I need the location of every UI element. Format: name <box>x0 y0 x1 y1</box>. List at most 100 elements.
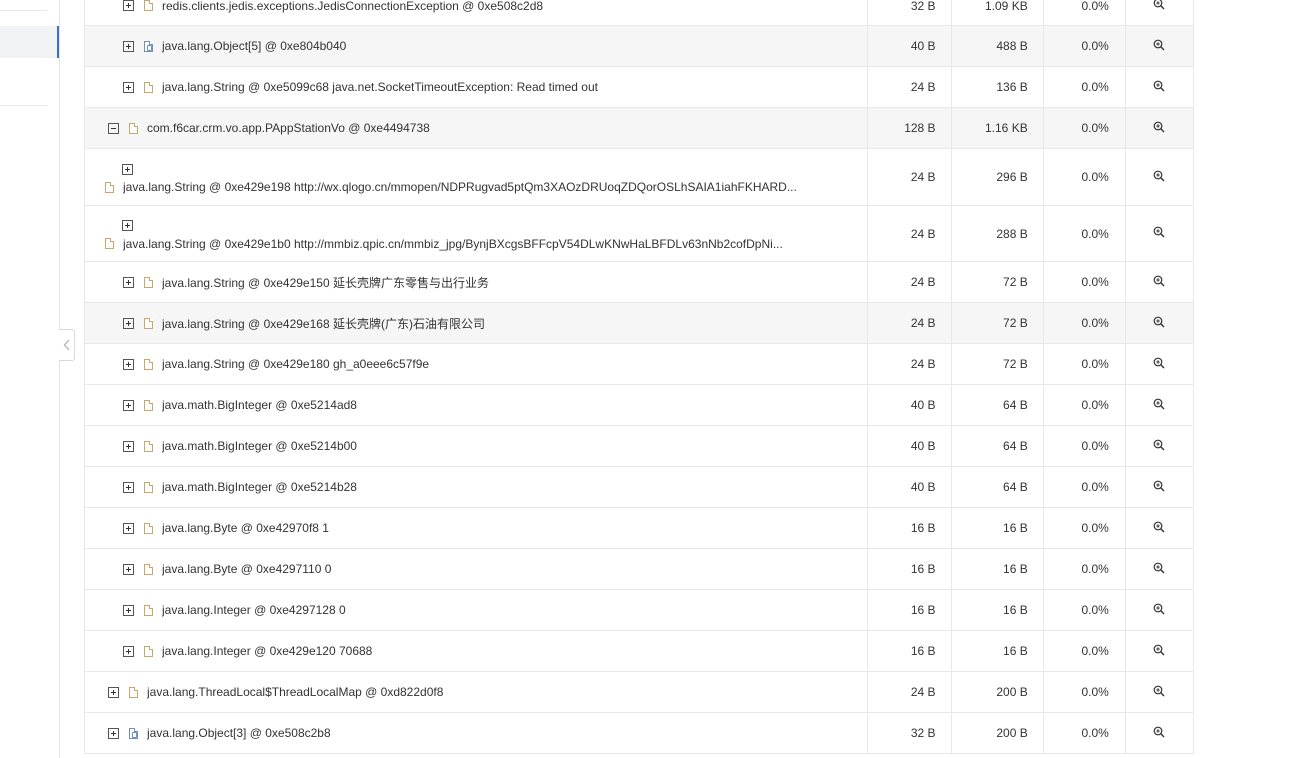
expand-icon[interactable] <box>123 481 134 493</box>
expand-icon[interactable] <box>123 522 134 534</box>
zoom-in-icon[interactable] <box>1153 726 1165 741</box>
expand-icon[interactable] <box>123 81 134 93</box>
expand-icon[interactable] <box>123 317 134 329</box>
expand-icon[interactable] <box>108 727 119 739</box>
shallow-heap-cell: 24 B <box>867 148 952 206</box>
zoom-in-icon[interactable] <box>1153 685 1165 700</box>
expand-icon[interactable] <box>123 604 134 616</box>
action-cell <box>1124 384 1195 426</box>
table-row[interactable]: java.lang.Object[3] @ 0xe508c2b8 32 B 200 … <box>83 712 1195 754</box>
sidebar-divider <box>0 10 47 11</box>
table-row[interactable]: java.lang.String @ 0xe429e1b0 http://mmb… <box>83 205 1195 262</box>
table-row[interactable]: java.math.BigInteger @ 0xe5214b28 40 B 64 … <box>83 466 1195 508</box>
name-cell: com.f6car.crm.vo.app.PAppStationVo @ 0xe… <box>83 107 869 149</box>
file-icon <box>144 81 153 93</box>
zoom-in-icon[interactable] <box>1153 603 1165 618</box>
zoom-in-icon[interactable] <box>1153 0 1165 13</box>
zoom-in-icon[interactable] <box>1153 480 1165 495</box>
shallow-heap-cell: 24 B <box>867 66 952 108</box>
zoom-in-icon[interactable] <box>1153 121 1165 136</box>
file-icon <box>105 181 114 193</box>
action-cell <box>1124 205 1195 262</box>
file-icon <box>144 399 153 411</box>
collapse-sidebar-button[interactable] <box>59 329 75 361</box>
percentage-cell: 0.0% <box>1042 425 1126 467</box>
name-cell: java.lang.String @ 0xe5099c68 java.net.S… <box>83 66 869 108</box>
expand-icon[interactable] <box>122 220 133 231</box>
zoom-in-icon[interactable] <box>1153 170 1165 185</box>
table-row[interactable]: java.lang.Integer @ 0xe429e120 70688 16 B… <box>83 630 1195 672</box>
zoom-in-icon[interactable] <box>1153 316 1165 331</box>
name-cell: java.math.BigInteger @ 0xe5214b28 <box>83 466 869 508</box>
table-row[interactable]: java.lang.String @ 0xe429e198 http://wx.… <box>83 148 1195 206</box>
table-row[interactable]: java.lang.ThreadLocal$ThreadLocalMap @ 0… <box>83 671 1195 713</box>
zoom-in-icon[interactable] <box>1153 357 1165 372</box>
zoom-in-icon[interactable] <box>1153 39 1165 54</box>
retained-heap-cell: 72 B <box>950 302 1044 344</box>
table-row[interactable]: java.lang.String @ 0xe429e180 gh_a0eee6c… <box>83 343 1195 385</box>
table-row[interactable]: java.math.BigInteger @ 0xe5214b00 40 B 64 … <box>83 425 1195 467</box>
left-sidebar <box>0 0 60 758</box>
object-name: java.lang.String @ 0xe5099c68 java.net.S… <box>162 80 598 94</box>
shallow-heap-cell: 16 B <box>867 507 952 549</box>
sidebar-item-active[interactable] <box>0 26 59 58</box>
expand-icon[interactable] <box>123 563 134 575</box>
percentage-cell: 0.0% <box>1042 302 1126 344</box>
name-cell: java.lang.Object[3] @ 0xe508c2b8 <box>83 712 869 754</box>
retained-heap-cell: 64 B <box>950 384 1044 426</box>
zoom-in-icon[interactable] <box>1153 275 1165 290</box>
zoom-in-icon[interactable] <box>1153 398 1165 413</box>
expand-icon[interactable] <box>123 399 134 411</box>
percentage-cell: 0.0% <box>1042 25 1126 67</box>
percentage-cell: 0.0% <box>1042 343 1126 385</box>
collapse-icon[interactable] <box>108 122 119 134</box>
expand-icon[interactable] <box>122 163 133 175</box>
file-icon <box>144 358 153 370</box>
zoom-in-icon[interactable] <box>1153 80 1165 95</box>
zoom-in-icon[interactable] <box>1153 521 1165 536</box>
action-cell <box>1124 712 1195 754</box>
expand-icon[interactable] <box>123 440 134 452</box>
table-row[interactable]: java.lang.Byte @ 0xe42970f8 1 16 B 16 B 0.0… <box>83 507 1195 549</box>
file-icon <box>144 522 153 534</box>
object-name: java.lang.Object[5] @ 0xe804b040 <box>162 39 347 53</box>
name-cell: java.lang.String @ 0xe429e1b0 http://mmb… <box>83 205 869 262</box>
expand-icon[interactable] <box>123 40 134 52</box>
zoom-in-icon[interactable] <box>1153 562 1165 577</box>
shallow-heap-cell: 24 B <box>867 205 952 262</box>
table-row[interactable]: java.lang.String @ 0xe5099c68 java.net.S… <box>83 66 1195 108</box>
retained-heap-cell: 200 B <box>950 671 1044 713</box>
table-row[interactable]: java.lang.Integer @ 0xe4297128 0 16 B 16 B… <box>83 589 1195 631</box>
name-cell: java.lang.String @ 0xe429e180 gh_a0eee6c… <box>83 343 869 385</box>
zoom-in-icon[interactable] <box>1153 644 1165 659</box>
table-row[interactable]: com.f6car.crm.vo.app.PAppStationVo @ 0xe… <box>83 107 1195 149</box>
percentage-cell: 0.0% <box>1042 671 1126 713</box>
action-cell <box>1124 548 1195 590</box>
expand-icon[interactable] <box>123 358 134 370</box>
shallow-heap-cell: 24 B <box>867 671 952 713</box>
retained-heap-cell: 64 B <box>950 425 1044 467</box>
table-row[interactable]: java.lang.Byte @ 0xe4297110 0 16 B 16 B 0.0… <box>83 548 1195 590</box>
action-cell <box>1124 671 1195 713</box>
expand-icon[interactable] <box>123 645 134 657</box>
expand-icon[interactable] <box>123 276 134 288</box>
table-row[interactable]: redis.clients.jedis.exceptions.JedisConn… <box>83 0 1195 26</box>
action-cell <box>1124 0 1195 26</box>
shallow-heap-cell: 24 B <box>867 261 952 303</box>
table-row[interactable]: java.lang.String @ 0xe429e150 延长壳牌广东零售与出… <box>83 261 1195 303</box>
expand-icon[interactable] <box>108 686 119 698</box>
action-cell <box>1124 507 1195 549</box>
object-name: java.lang.Integer @ 0xe429e120 70688 <box>162 644 373 658</box>
table-row[interactable]: java.math.BigInteger @ 0xe5214ad8 40 B 64 … <box>83 384 1195 426</box>
retained-heap-cell: 1.16 KB <box>950 107 1044 149</box>
expand-icon[interactable] <box>123 0 134 11</box>
zoom-in-icon[interactable] <box>1153 226 1165 241</box>
table-row[interactable]: java.lang.String @ 0xe429e168 延长壳牌(广东)石油… <box>83 302 1195 344</box>
file-icon <box>144 481 153 493</box>
table-row[interactable]: java.lang.Object[5] @ 0xe804b040 40 B 488 … <box>83 25 1195 67</box>
zoom-in-icon[interactable] <box>1153 439 1165 454</box>
array-icon <box>144 40 153 52</box>
percentage-cell: 0.0% <box>1042 630 1126 672</box>
dominator-tree-table: redis.clients.jedis.exceptions.JedisConn… <box>83 0 1195 754</box>
shallow-heap-cell: 128 B <box>867 107 952 149</box>
